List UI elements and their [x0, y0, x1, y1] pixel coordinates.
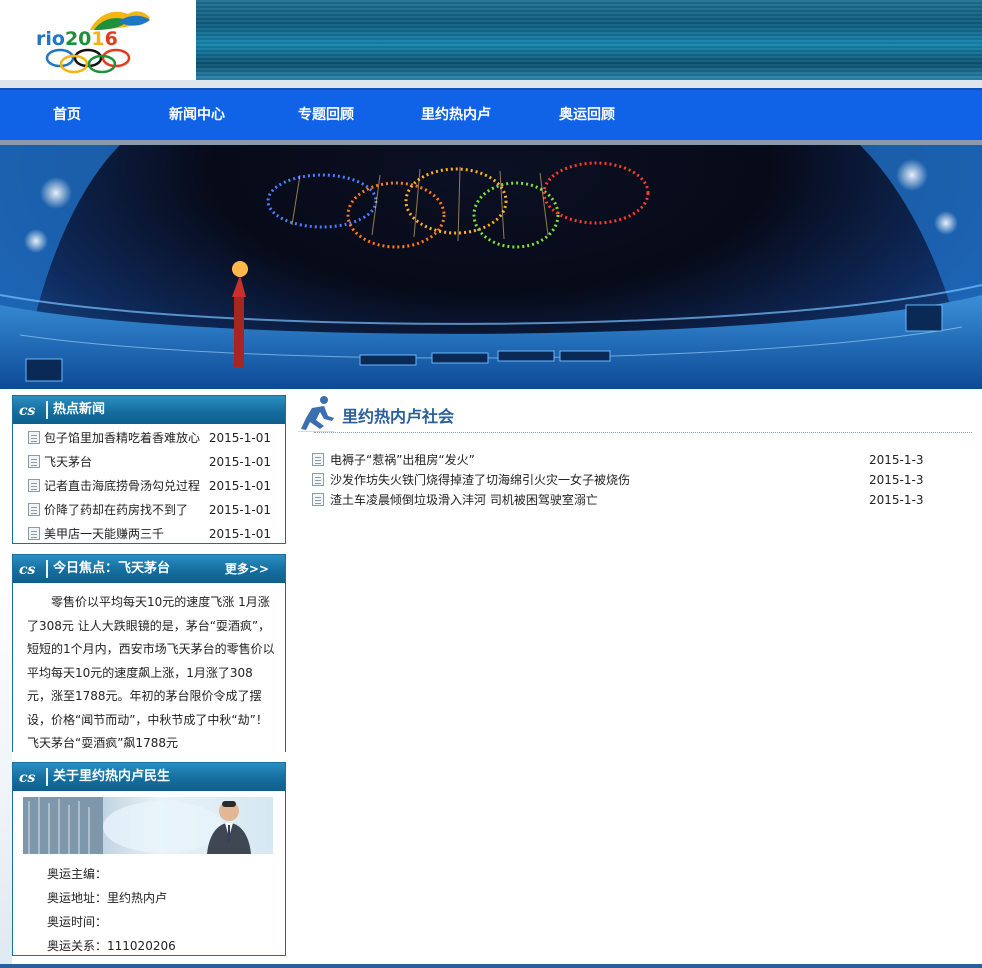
olympic-rings-icon	[45, 48, 131, 74]
news-date: 2015-1-3	[869, 473, 924, 487]
about-row-editor: 奥运主编：	[47, 867, 108, 881]
today-focus-header: cs 今日焦点：飞天茅台 更多>>	[13, 555, 285, 583]
hot-news-panel: cs 热点新闻 包子馅里加香精吃着香难放心 2015-1-01 飞天茅台 201…	[12, 395, 286, 544]
nav-item-olympic-review[interactable]: 奥运回顾	[548, 90, 626, 140]
document-icon	[312, 493, 324, 506]
about-row-time: 奥运时间：	[47, 915, 108, 929]
news-date: 2015-1-01	[208, 455, 271, 469]
list-item[interactable]: 渣土车凌晨倾倒垃圾滑入沣河 司机被困驾驶室溺亡 2015-1-3	[312, 490, 932, 510]
document-icon	[28, 455, 40, 468]
header-divider	[0, 80, 982, 88]
hot-news-title: 热点新闻	[53, 402, 106, 417]
list-item[interactable]: 记者直击海底捞骨汤勾兑过程 2015-1-01	[13, 474, 285, 498]
focus-article: 零售价以平均每天10元的速度飞涨 1月涨了308元 让人大跌眼镜的是，茅台“耍酒…	[13, 583, 285, 762]
header-banner-band	[196, 0, 982, 80]
focus-text: 零售价以平均每天10元的速度飞涨 1月涨了308元 让人大跌眼镜的是，茅台“耍酒…	[27, 595, 275, 750]
list-item[interactable]: 美甲店一天能赚两三千 2015-1-01	[13, 522, 285, 546]
list-item[interactable]: 电褥子“惹祸”出租房“发火” 2015-1-3	[312, 450, 932, 470]
society-title: 里约热内卢社会	[342, 407, 455, 426]
news-title[interactable]: 电褥子“惹祸”出租房“发火”	[330, 450, 475, 470]
news-title[interactable]: 价降了药却在药房找不到了	[44, 498, 188, 522]
document-icon	[312, 473, 324, 486]
stadium-fireworks-banner	[0, 145, 982, 389]
site-header: rio2016	[0, 0, 982, 80]
list-item[interactable]: 价降了药却在药房找不到了 2015-1-01	[13, 498, 285, 522]
news-date: 2015-1-3	[869, 453, 924, 467]
about-row-address: 奥运地址：里约热内卢	[47, 891, 168, 905]
about-title: 关于里约热内卢民生	[53, 769, 171, 784]
society-section-header: 里约热内卢社会	[298, 392, 972, 434]
main-nav: 首页 新闻中心 专题回顾 里约热内卢 奥运回顾	[0, 88, 982, 140]
about-info: 奥运主编： 奥运地址：里约热内卢 奥运时间： 奥运关系：111020206	[13, 854, 285, 962]
news-title[interactable]: 渣土车凌晨倾倒垃圾滑入沣河 司机被困驾驶室溺亡	[330, 490, 598, 510]
news-date: 2015-1-3	[869, 493, 924, 507]
nav-item-news-center[interactable]: 新闻中心	[158, 90, 236, 140]
document-icon	[312, 453, 324, 466]
logo-text: rio2016	[36, 28, 118, 50]
society-divider	[314, 432, 972, 433]
news-date: 2015-1-01	[208, 431, 271, 445]
list-item[interactable]: 包子馅里加香精吃着香难放心 2015-1-01	[13, 426, 285, 450]
cs-logo-icon: cs	[19, 403, 36, 419]
left-edge-gradient	[0, 560, 12, 964]
nav-item-special-review[interactable]: 专题回顾	[287, 90, 365, 140]
about-illustration	[23, 797, 251, 854]
business-man-image	[23, 797, 273, 854]
society-news-list: 电褥子“惹祸”出租房“发火” 2015-1-3 沙发作坊失火铁门烧得掉渣了切海绵…	[312, 450, 932, 510]
cs-logo-icon: cs	[19, 770, 36, 786]
svg-text:cs: cs	[19, 770, 36, 786]
news-title[interactable]: 记者直击海底捞骨汤勾兑过程	[44, 474, 200, 498]
document-icon	[28, 503, 40, 516]
runner-icon	[298, 396, 334, 432]
list-item[interactable]: 飞天茅台 2015-1-01	[13, 450, 285, 474]
hot-news-list: 包子馅里加香精吃着香难放心 2015-1-01 飞天茅台 2015-1-01 记…	[13, 424, 285, 546]
banner-illustration	[0, 145, 982, 389]
about-row-contact: 奥运关系：111020206	[47, 939, 176, 953]
about-header: cs 关于里约热内卢民生	[13, 763, 285, 791]
nav-item-rio[interactable]: 里约热内卢	[410, 90, 502, 140]
news-date: 2015-1-01	[208, 479, 271, 493]
about-panel: cs 关于里约热内卢民生 奥运主编： 奥运地址：里约热内卢 奥运时间： 奥运关系…	[12, 762, 286, 956]
document-icon	[28, 431, 40, 444]
document-icon	[28, 479, 40, 492]
today-focus-title: 今日焦点：飞天茅台	[53, 561, 171, 576]
news-title[interactable]: 美甲店一天能赚两三千	[44, 522, 164, 546]
document-icon	[28, 527, 40, 540]
page-footer-bar	[0, 964, 982, 968]
cs-logo-icon: cs	[19, 562, 36, 578]
news-title[interactable]: 飞天茅台	[44, 450, 92, 474]
list-item[interactable]: 沙发作坊失火铁门烧得掉渣了切海绵引火灾一女子被烧伤 2015-1-3	[312, 470, 932, 490]
news-date: 2015-1-01	[208, 527, 271, 541]
svg-text:cs: cs	[19, 403, 36, 419]
rio2016-logo[interactable]: rio2016	[0, 0, 196, 80]
more-link[interactable]: 更多>>	[225, 555, 269, 583]
news-date: 2015-1-01	[208, 503, 271, 517]
news-title[interactable]: 包子馅里加香精吃着香难放心	[44, 426, 200, 450]
today-focus-panel: cs 今日焦点：飞天茅台 更多>> 零售价以平均每天10元的速度飞涨 1月涨了3…	[12, 554, 286, 762]
news-title[interactable]: 沙发作坊失火铁门烧得掉渣了切海绵引火灾一女子被烧伤	[330, 470, 630, 490]
nav-item-home[interactable]: 首页	[38, 90, 96, 140]
hot-news-header: cs 热点新闻	[13, 396, 285, 424]
svg-text:cs: cs	[19, 562, 36, 578]
